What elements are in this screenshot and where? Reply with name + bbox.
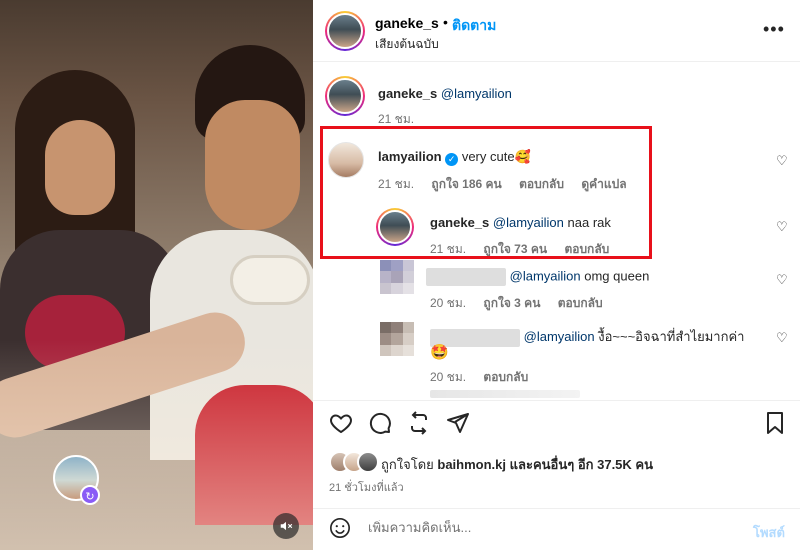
comment-input[interactable] [368,520,708,535]
send-icon[interactable] [446,411,470,441]
post-time[interactable]: 21 ชั่วโมงที่แล้ว [329,478,404,496]
post-actions: ถูกใจโดย baihmon.kj และคนอื่นๆ อีก 37.5K… [313,400,800,547]
caption-text: ganeke_s @lamyailion [378,86,512,101]
comments-list[interactable]: ganeke_s @lamyailion 21 ชม. lamyailion ✓… [313,62,800,400]
liked-by-avatars[interactable] [329,451,379,473]
author-username[interactable]: ganeke_s [375,15,439,31]
blurred-reply-body: งื้อ~~~อิจฉาที่สำไยมากค่า [598,329,745,344]
blurred-reply-time: 20 ชม. [430,296,467,310]
blurred-reply-meta: 20 ชม. ถูกใจ 3 คน ตอบกลับ [430,294,617,313]
video-scene [205,100,300,230]
add-comment-bar: โพสต์ [313,508,800,548]
liked-by-prefix: ถูกใจโดย [381,457,434,472]
speaker-muted-icon[interactable] [273,513,299,539]
reply-button[interactable]: ตอบกลับ [558,296,603,310]
heart-icon[interactable]: ♡ [776,272,788,288]
heart-icon[interactable]: ♡ [776,219,788,235]
blurred-reply-likes[interactable]: ถูกใจ 3 คน [483,296,540,310]
heart-icon[interactable]: ♡ [776,153,788,169]
caption-time: 21 ชม. [378,112,415,126]
post-panel: ganeke_s • ติดตาม เสียงต้นฉบับ ••• ganek… [313,0,800,550]
blurred-reply-text: @lamyailion omg queen [426,268,649,286]
repost-icon[interactable] [407,411,431,441]
video-scene [230,255,310,305]
highlight-box [320,126,652,259]
more-horizontal-icon[interactable]: ••• [763,19,785,40]
post-comment-button[interactable]: โพสต์ [753,522,785,543]
blurred-reply-time: 20 ชม. [430,370,467,384]
heart-icon[interactable]: ♡ [776,330,788,346]
blurred-reply-mention[interactable]: @lamyailion [524,329,595,344]
bookmark-icon[interactable] [763,411,787,441]
blurred-avatar[interactable] [380,322,414,356]
video-scene [0,340,313,550]
liked-by-text: ถูกใจโดย baihmon.kj และคนอื่นๆ อีก 37.5K… [381,454,653,475]
emoji-icon[interactable] [329,517,351,545]
comment-icon[interactable] [368,411,392,441]
liked-by-count[interactable]: และคนอื่นๆ อีก 37.5K คน [510,457,653,472]
blurred-username [426,268,506,286]
reply-button[interactable]: ตอบกลับ [483,370,528,384]
liked-by-user[interactable]: baihmon.kj [437,457,506,472]
video-scene [45,120,115,215]
blurred-reply-body: omg queen [584,268,650,284]
blurred-reply-emoji: 🤩 [430,344,449,361]
caption-avatar[interactable] [325,76,365,116]
blurred-reply-meta: 20 ชม. ตอบกลับ [430,368,542,387]
caption-username[interactable]: ganeke_s [378,86,437,101]
blurred-avatar[interactable] [380,260,414,294]
caption-mention[interactable]: @lamyailion [441,86,512,101]
follow-button[interactable]: ติดตาม [452,15,496,37]
author-avatar[interactable] [325,11,365,51]
reel-video[interactable]: ↻ [0,0,313,550]
audio-label[interactable]: เสียงต้นฉบับ [375,35,439,54]
remix-icon: ↻ [80,485,100,505]
blurred-reply-text: @lamyailion งื้อ~~~อิจฉาที่สำไยมากค่า [430,326,744,347]
post-header: ganeke_s • ติดตาม เสียงต้นฉบับ ••• [313,0,800,62]
separator-dot: • [443,14,448,30]
blurred-reply-mention[interactable]: @lamyailion [510,268,581,283]
heart-icon[interactable] [329,411,353,441]
partial-row [430,390,580,398]
